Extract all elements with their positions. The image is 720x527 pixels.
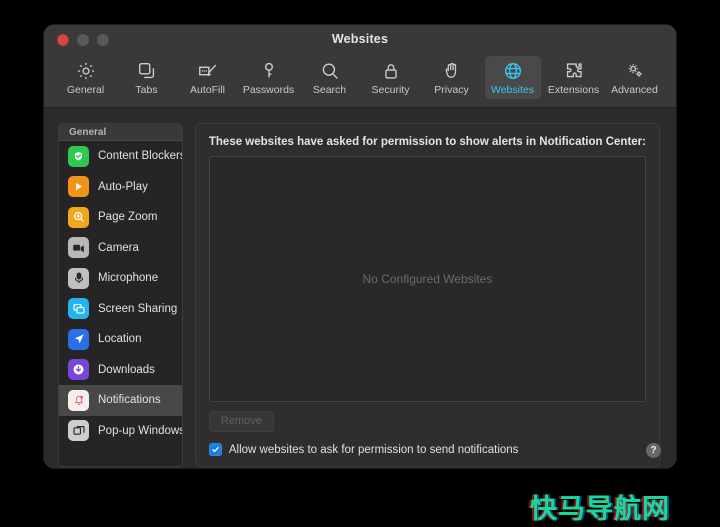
allow-notifications-row[interactable]: Allow websites to ask for permission to … <box>208 443 646 456</box>
sidebar-list: Content Blockers Auto-Play Page Zoom Cam… <box>59 141 182 446</box>
play-icon <box>68 176 89 198</box>
sidebar-item-label: Page Zoom <box>98 211 158 224</box>
sidebar-item-microphone[interactable]: Microphone <box>59 263 182 294</box>
globe-icon <box>502 60 524 82</box>
help-button[interactable]: ? <box>646 443 661 458</box>
sidebar-item-screen-sharing[interactable]: Screen Sharing <box>59 294 182 325</box>
popup-window-icon <box>68 420 89 442</box>
tab-extensions[interactable]: Extensions <box>546 56 602 99</box>
sidebar-item-label: Camera <box>98 241 139 254</box>
tab-autofill[interactable]: AutoFill <box>180 56 236 99</box>
tab-privacy-label: Privacy <box>434 84 469 96</box>
sidebar-item-label: Pop-up Windows <box>98 424 183 437</box>
key-icon <box>258 60 280 82</box>
preferences-toolbar: General Tabs AutoFill Passwords Search S… <box>44 54 676 108</box>
hand-icon <box>441 60 463 82</box>
sidebar-item-label: Location <box>98 333 142 346</box>
gear-icon <box>75 60 97 82</box>
tab-general[interactable]: General <box>58 56 114 99</box>
magnifier-icon <box>68 206 89 228</box>
remove-button[interactable]: Remove <box>208 411 274 432</box>
notifications-panel: These websites have asked for permission… <box>194 123 660 467</box>
sidebar-item-label: Screen Sharing <box>98 302 178 315</box>
tab-search[interactable]: Search <box>302 56 358 99</box>
panel-prompt: These websites have asked for permission… <box>208 136 646 148</box>
location-icon <box>68 328 89 350</box>
tab-advanced[interactable]: Advanced <box>607 56 663 99</box>
tab-general-label: General <box>66 84 105 96</box>
microphone-icon <box>68 267 89 289</box>
settings-sidebar: General Content Blockers Auto-Play Page … <box>58 123 183 467</box>
preferences-content: General Content Blockers Auto-Play Page … <box>44 109 676 468</box>
watermark: 快马导航网 <box>530 494 670 525</box>
tab-websites[interactable]: Websites <box>484 56 541 99</box>
tab-autofill-label: AutoFill <box>189 84 225 96</box>
empty-state-message: No Configured Websites <box>362 272 493 286</box>
panes: General Content Blockers Auto-Play Page … <box>58 123 660 467</box>
download-icon <box>68 359 89 381</box>
window-title: Websites <box>331 32 389 46</box>
sidebar-item-label: Downloads <box>98 363 155 376</box>
tab-security-label: Security <box>371 84 410 96</box>
tab-passwords[interactable]: Passwords <box>241 56 297 99</box>
puzzle-icon <box>563 60 585 82</box>
tab-security[interactable]: Security <box>363 56 419 99</box>
tab-advanced-label: Advanced <box>611 84 658 96</box>
advanced-icon <box>624 60 646 82</box>
tab-passwords-label: Passwords <box>242 84 295 96</box>
sidebar-header-label: General <box>69 126 107 138</box>
shield-check-icon <box>68 145 89 167</box>
window-titlebar: Websites <box>44 25 676 54</box>
search-icon <box>319 60 341 82</box>
tab-privacy[interactable]: Privacy <box>424 56 480 99</box>
lock-icon <box>380 60 402 82</box>
sidebar-item-downloads[interactable]: Downloads <box>59 355 182 386</box>
sidebar-item-popup-windows[interactable]: Pop-up Windows <box>59 416 182 447</box>
tab-websites-label: Websites <box>491 84 534 96</box>
bell-icon <box>68 389 89 411</box>
allow-notifications-label: Allow websites to ask for permission to … <box>228 443 519 456</box>
sidebar-item-label: Notifications <box>98 394 161 407</box>
tabs-icon <box>136 60 158 82</box>
screen-share-icon <box>68 298 89 320</box>
sidebar-item-label: Content Blockers <box>98 150 183 163</box>
sidebar-item-content-blockers[interactable]: Content Blockers <box>59 141 182 172</box>
allow-notifications-checkbox[interactable] <box>208 443 222 456</box>
tab-tabs[interactable]: Tabs <box>119 56 175 99</box>
configured-websites-list[interactable]: No Configured Websites <box>208 156 646 402</box>
sidebar-item-label: Microphone <box>98 272 159 285</box>
sidebar-item-camera[interactable]: Camera <box>59 233 182 264</box>
sidebar-item-label: Auto-Play <box>98 180 148 193</box>
button-row: Remove <box>208 411 646 432</box>
sidebar-item-notifications[interactable]: Notifications <box>59 385 182 416</box>
tab-extensions-label: Extensions <box>547 84 600 96</box>
autofill-icon <box>197 60 219 82</box>
sidebar-item-auto-play[interactable]: Auto-Play <box>59 172 182 203</box>
screen: Websites General Tabs AutoFill Passwords… <box>0 0 720 527</box>
tab-search-label: Search <box>312 84 347 96</box>
sidebar-item-location[interactable]: Location <box>59 324 182 355</box>
tab-tabs-label: Tabs <box>135 84 158 96</box>
preferences-window: Websites General Tabs AutoFill Passwords… <box>44 25 676 468</box>
sidebar-header: General <box>59 124 182 141</box>
camera-icon <box>68 237 89 259</box>
sidebar-item-page-zoom[interactable]: Page Zoom <box>59 202 182 233</box>
